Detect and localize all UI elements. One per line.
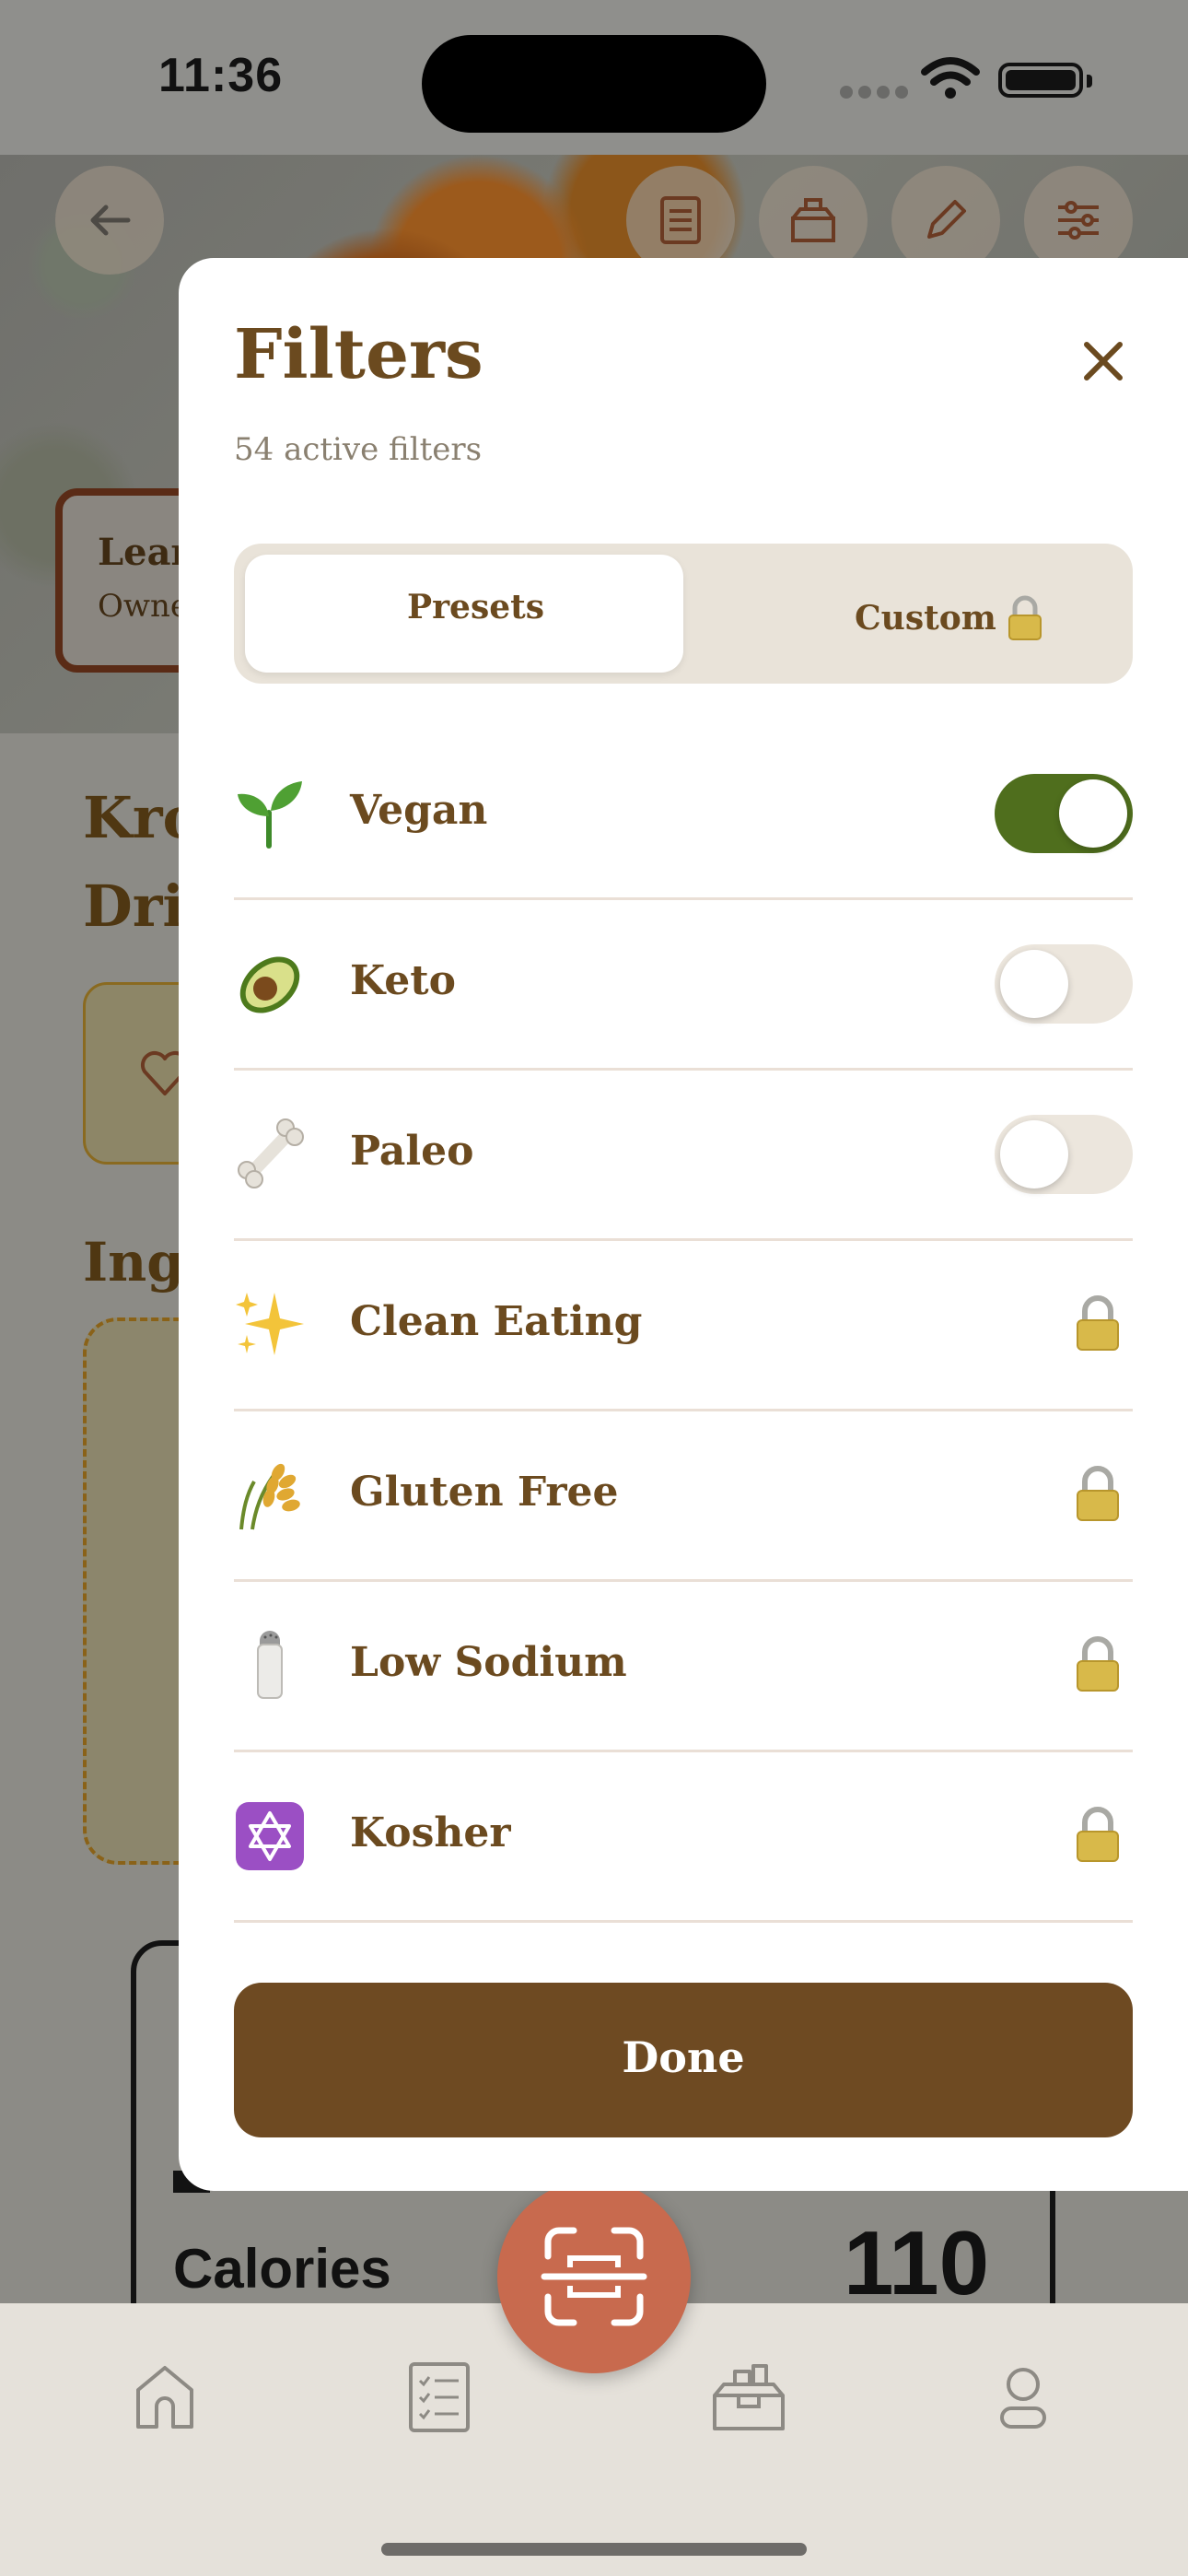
pantry-icon xyxy=(713,2364,785,2430)
done-button[interactable]: Done xyxy=(234,1983,1133,2137)
list-icon xyxy=(660,196,701,244)
lock-icon xyxy=(1074,1294,1122,1352)
hero-badge-subtitle: Owne xyxy=(98,588,189,625)
calories-label: Calories xyxy=(173,2238,391,2300)
profile-icon xyxy=(1000,2368,1046,2429)
pantry-icon xyxy=(791,198,835,242)
back-button[interactable] xyxy=(55,166,164,275)
lock-icon xyxy=(1008,595,1042,640)
lock-icon xyxy=(1074,1635,1122,1692)
calories-value: 110 xyxy=(844,2212,990,2313)
star-of-david-icon xyxy=(234,1798,306,1872)
home-indicator xyxy=(381,2543,807,2556)
salt-shaker-icon xyxy=(234,1628,306,1702)
filter-row-clean-eating[interactable]: Clean Eating xyxy=(234,1241,1133,1411)
filter-row-gluten-free[interactable]: Gluten Free xyxy=(234,1411,1133,1582)
tab-custom[interactable]: Custom xyxy=(683,555,1122,673)
filter-label: Low Sodium xyxy=(350,1639,627,1686)
close-icon xyxy=(1084,342,1123,381)
keto-toggle[interactable] xyxy=(995,944,1133,1024)
status-bar: 11:36 xyxy=(0,0,1188,155)
home-icon xyxy=(136,2366,193,2429)
scan-button[interactable] xyxy=(497,2180,691,2373)
sparkles-icon xyxy=(234,1287,306,1361)
active-filters-count: 54 active filters xyxy=(234,431,483,468)
lock-icon xyxy=(1074,1465,1122,1522)
filter-row-kosher[interactable]: Kosher xyxy=(234,1752,1133,1923)
filter-row-keto[interactable]: Keto xyxy=(234,900,1133,1071)
edit-icon xyxy=(927,200,966,239)
filter-row-low-sodium[interactable]: Low Sodium xyxy=(234,1582,1133,1752)
wheat-icon xyxy=(234,1458,306,1531)
filter-label: Gluten Free xyxy=(350,1469,619,1516)
seedling-icon xyxy=(234,776,306,849)
close-button[interactable] xyxy=(1081,339,1125,383)
done-button-label: Done xyxy=(622,2032,745,2082)
lock-icon xyxy=(1074,1806,1122,1863)
tab-presets-label: Presets xyxy=(407,588,545,626)
avocado-icon xyxy=(234,946,306,1020)
sliders-icon xyxy=(1058,201,1099,240)
filter-label: Clean Eating xyxy=(350,1298,643,1345)
filter-row-paleo[interactable]: Paleo xyxy=(234,1071,1133,1241)
recipe-list-icon xyxy=(409,2362,470,2432)
battery-icon xyxy=(998,63,1092,98)
filter-row-vegan[interactable]: Vegan xyxy=(234,730,1133,900)
filter-label: Keto xyxy=(350,957,456,1004)
sheet-title: Filters xyxy=(234,315,483,394)
tab-custom-label: Custom xyxy=(855,599,996,638)
dynamic-island xyxy=(422,35,766,133)
hero-badge-title: Lear xyxy=(98,531,191,574)
filter-mode-segmented-control: Presets Custom xyxy=(234,544,1133,684)
paleo-toggle[interactable] xyxy=(995,1115,1133,1194)
back-icon xyxy=(90,205,131,236)
tab-presets[interactable]: Presets xyxy=(245,555,683,673)
vegan-toggle[interactable] xyxy=(995,774,1133,853)
tab-recipes[interactable] xyxy=(398,2355,481,2438)
filter-label: Vegan xyxy=(350,787,488,834)
tab-profile[interactable] xyxy=(982,2355,1065,2438)
filter-label: Paleo xyxy=(350,1128,474,1175)
tab-home[interactable] xyxy=(123,2355,206,2438)
wifi-icon xyxy=(921,57,980,99)
status-time: 11:36 xyxy=(158,49,284,102)
filters-sheet: Filters 54 active filters Presets Custom… xyxy=(179,258,1188,2191)
scan-icon xyxy=(541,2227,647,2326)
filter-label: Kosher xyxy=(350,1809,511,1856)
bone-icon xyxy=(234,1117,306,1190)
tab-pantry[interactable] xyxy=(707,2355,790,2438)
cellular-icon xyxy=(840,85,914,102)
